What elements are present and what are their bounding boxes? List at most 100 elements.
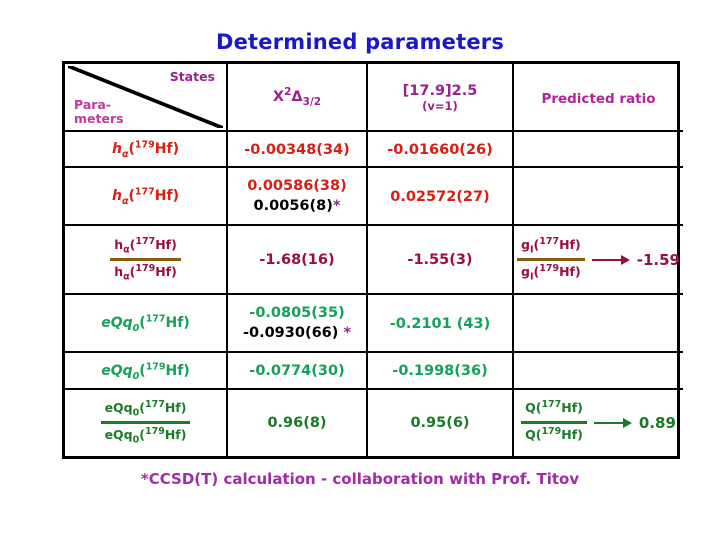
- table-row: eQq0(177Hf) eQq0(179Hf) 0.96(8) 0.95(6): [65, 387, 683, 456]
- cell-x2delta: -0.0805(35) -0.0930(66) *: [226, 293, 368, 354]
- predicted-ratio-value: 0.89: [638, 413, 676, 432]
- num-tail: Hf): [559, 237, 581, 253]
- x2delta-greek: Δ: [291, 88, 303, 105]
- header-state-17-9-label: [17.9]2.5 (v=1): [371, 83, 509, 114]
- arrow-shaft: [593, 421, 624, 424]
- label-tail: Hf): [165, 315, 190, 332]
- value-stack: -0.0805(35) -0.0930(66) *: [231, 304, 363, 343]
- num-base: g: [521, 237, 530, 253]
- value-x2delta-secondary: -0.0930(66) *: [231, 324, 363, 343]
- arrow-head: [620, 254, 630, 265]
- header-parameters-label: Para- meters: [74, 98, 124, 126]
- predicted-ratio-fraction: Q(177Hf) Q(179Hf): [521, 399, 587, 446]
- value-x2delta: 0.96(8): [267, 415, 327, 432]
- state-17-9-line2: (v=1): [422, 99, 458, 114]
- header-cell-x2delta: X2Δ3/2: [226, 64, 368, 132]
- value-x2delta: -1.68(16): [259, 252, 335, 269]
- cell-state-17-9: 0.02572(27): [366, 166, 514, 227]
- cell-state-17-9: -0.01660(26): [366, 129, 514, 169]
- num-base: Q: [525, 400, 536, 416]
- den-sup: 179: [135, 263, 156, 275]
- fraction-bar: [110, 258, 181, 262]
- label-base: eQq: [101, 315, 133, 332]
- fraction-numerator: Q(177Hf): [521, 399, 587, 419]
- row-label-h-alpha-ratio: hα(177Hf) hα(179Hf): [110, 236, 181, 283]
- num-tail: Hf): [561, 400, 583, 416]
- value-state-17-9: -0.01660(26): [387, 141, 493, 158]
- arrow-head: [622, 417, 632, 428]
- secondary-number: -0.0930(66): [242, 324, 339, 341]
- fraction-numerator: eQq0(177Hf): [101, 399, 191, 419]
- table-row: eQq0(179Hf) -0.0774(30) -0.1998(36): [65, 351, 683, 390]
- fraction-denominator: Q(179Hf): [521, 426, 587, 446]
- row-label-cell: eQq0(177Hf): [65, 293, 228, 354]
- value-state-17-9: -0.2101 (43): [389, 315, 491, 332]
- row-label-cell: hα(177Hf) hα(179Hf): [65, 224, 228, 296]
- value-state-17-9: -1.55(3): [407, 252, 473, 269]
- footnote-text: *CCSD(T) calculation - collaboration wit…: [140, 470, 580, 488]
- num-sup: 177: [144, 399, 165, 411]
- table-body: States Para- meters X2Δ3/2 [17.9]2.5 (v=…: [65, 64, 683, 456]
- parameters-table: States Para- meters X2Δ3/2 [17.9]2.5 (v=…: [65, 64, 683, 456]
- num-sup: 177: [135, 236, 156, 248]
- label-sup: 179: [145, 360, 166, 372]
- cell-predicted-ratio-empty: [512, 351, 683, 390]
- fraction-bar: [100, 421, 191, 425]
- num-base: h: [114, 237, 124, 253]
- label-sup: 179: [134, 139, 155, 151]
- value-state-17-9: 0.02572(27): [390, 188, 490, 205]
- den-sup: 179: [541, 426, 562, 438]
- den-sup: 179: [539, 263, 560, 275]
- row-label-h-alpha-177: hα(177Hf): [112, 186, 179, 207]
- num-sup: 177: [539, 236, 560, 248]
- fraction-numerator: gI(177Hf): [517, 236, 585, 256]
- cell-x2delta: -0.00348(34): [226, 129, 368, 169]
- num-tail: Hf): [164, 400, 187, 416]
- value-x2delta: -0.00348(34): [244, 141, 350, 158]
- table-row: eQq0(177Hf) -0.0805(35) -0.0930(66) * -0…: [65, 293, 683, 354]
- arrow-shaft: [591, 258, 622, 261]
- row-label-h-alpha-179: hα(179Hf): [112, 139, 179, 160]
- value-x2delta-secondary: 0.0056(8)*: [231, 197, 363, 216]
- value-stack: 0.00586(38) 0.0056(8)*: [231, 177, 363, 216]
- header-cell-predicted-ratio: Predicted ratio: [512, 64, 683, 132]
- fraction-denominator: hα(179Hf): [110, 263, 181, 283]
- header-states-label: States: [169, 69, 215, 84]
- fraction-bar: [521, 421, 587, 425]
- den-tail: Hf): [559, 264, 581, 280]
- row-label-eqq0-179: eQq0(179Hf): [101, 360, 190, 381]
- num-base: eQq: [104, 400, 133, 416]
- row-label-cell: hα(179Hf): [65, 129, 228, 169]
- label-sup: 177: [134, 186, 155, 198]
- cell-x2delta: 0.00586(38) 0.0056(8)*: [226, 166, 368, 227]
- header-parameters-line1: Para-: [74, 97, 112, 112]
- cell-state-17-9: -0.2101 (43): [366, 293, 514, 354]
- value-x2delta: 0.00586(38): [247, 177, 347, 194]
- header-corner-cell: States Para- meters: [65, 64, 228, 132]
- label-tail: Hf): [154, 141, 179, 158]
- predicted-ratio-group: Q(177Hf) Q(179Hf) 0.89: [517, 399, 680, 446]
- den-base: h: [114, 264, 124, 280]
- predicted-ratio-value: -1.59: [636, 250, 680, 269]
- cell-predicted-ratio-empty: [512, 293, 683, 354]
- table-row: hα(177Hf) hα(179Hf) -1.68(16) -1.55(3) g…: [65, 224, 683, 296]
- den-tail: Hf): [155, 264, 177, 280]
- den-base: Q: [525, 427, 536, 443]
- label-tail: Hf): [165, 362, 190, 379]
- header-parameters-line2: meters: [74, 111, 124, 126]
- header-predicted-ratio-label: Predicted ratio: [541, 90, 656, 107]
- value-state-17-9: -0.1998(36): [392, 363, 488, 380]
- predicted-ratio-fraction: gI(177Hf) gI(179Hf): [517, 236, 585, 283]
- row-label-eqq0-177: eQq0(177Hf): [101, 313, 190, 334]
- table-header-row: States Para- meters X2Δ3/2 [17.9]2.5 (v=…: [65, 64, 683, 132]
- den-base: eQq: [104, 427, 133, 443]
- num-tail: Hf): [155, 237, 177, 253]
- den-tail: Hf): [561, 427, 583, 443]
- secondary-number: 0.0056(8): [253, 197, 333, 214]
- den-tail: Hf): [164, 427, 187, 443]
- label-base: eQq: [101, 362, 133, 379]
- den-sup: 179: [144, 426, 165, 438]
- row-label-cell: hα(177Hf): [65, 166, 228, 227]
- cell-x2delta: 0.96(8): [226, 387, 368, 456]
- label-sup: 177: [145, 313, 166, 325]
